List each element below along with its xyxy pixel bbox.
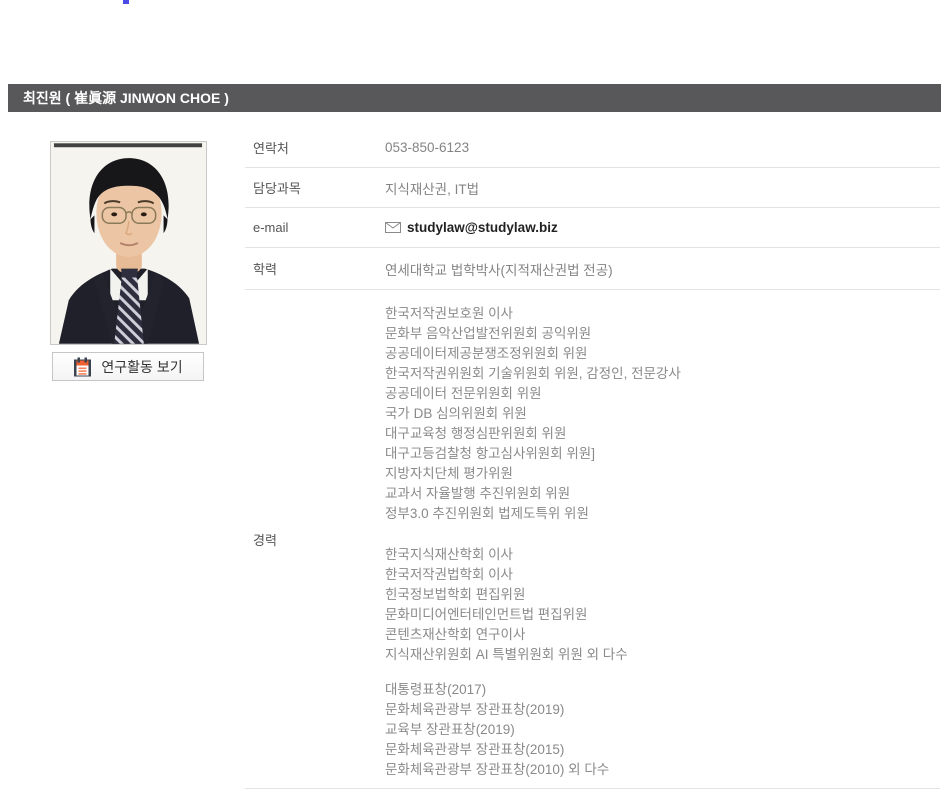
career-academic-positions-list: 한국지식재산학회 이사한국저작권법학회 이사힌국정보법학회 편집위원문화미디어엔…: [385, 545, 940, 665]
career-line: 대구교육청 행정심판위원회 위원: [385, 424, 940, 444]
research-activity-button-label: 연구활동 보기: [101, 357, 182, 377]
award-line: 문화체육관광부 장관표창(2019): [385, 700, 940, 720]
career-line: 한국저작권위원회 기술위원회 위원, 감정인, 전문강사: [385, 364, 940, 384]
email-label: e-mail: [245, 220, 385, 235]
career-line: 공공데이터제공분쟁조정위원회 위원: [385, 344, 940, 364]
career-line: 한국저작권보호원 이사: [385, 304, 940, 324]
page-title: 최진원 ( 崔眞源 JINWON CHOE ): [23, 90, 229, 106]
career-public-positions-list: 한국저작권보호원 이사문화부 음악산업발전위원회 공익위원공공데이터제공분쟁조정…: [385, 304, 940, 524]
email-address: studylaw@studylaw.biz: [407, 220, 558, 235]
career-line: 교과서 자율발행 추진위원회 위원: [385, 484, 940, 504]
page-artifact-marker: [123, 0, 129, 4]
subjects-value: 지식재산권, IT법: [385, 178, 940, 198]
career-awards-list: 대통령표창(2017)문화체육관광부 장관표창(2019)교육부 장관표창(20…: [385, 680, 940, 780]
envelope-icon: [385, 222, 401, 233]
award-line: 문화체육관광부 장관표창(2010) 외 다수: [385, 760, 940, 780]
award-line: 대통령표창(2017): [385, 680, 940, 700]
table-row-subjects: 담당과목 지식재산권, IT법: [245, 168, 940, 208]
career-line: 콘텐츠재산학회 연구이사: [385, 625, 940, 645]
table-row-education: 학력 연세대학교 법학박사(지적재산권법 전공): [245, 248, 940, 290]
subjects-label: 담당과목: [245, 178, 385, 197]
career-line: 문화미디어엔터테인먼트법 편집위원: [385, 605, 940, 625]
contact-value: 053-850-6123: [385, 140, 940, 155]
research-activity-button[interactable]: 연구활동 보기: [52, 352, 204, 381]
career-line: 국가 DB 심의위원회 위원: [385, 404, 940, 424]
career-line: 공공데이터 전문위원회 위원: [385, 384, 940, 404]
profile-photo: [50, 141, 207, 345]
career-line: 문화부 음악산업발전위원회 공익위원: [385, 324, 940, 344]
table-row-contact: 연락처 053-850-6123: [245, 128, 940, 168]
career-line: 지방자치단체 평가위원: [385, 464, 940, 484]
table-row-career: 경력 한국저작권보호원 이사문화부 음악산업발전위원회 공익위원공공데이터제공분…: [245, 290, 940, 789]
career-line: 정부3.0 추진위원회 법제도특위 위원: [385, 504, 940, 524]
education-label: 학력: [245, 259, 385, 278]
email-link[interactable]: studylaw@studylaw.biz: [385, 220, 940, 235]
table-row-email: e-mail studylaw@studylaw.biz: [245, 208, 940, 248]
profile-header: 최진원 ( 崔眞源 JINWON CHOE ): [8, 84, 941, 112]
career-line: 대구고등검찰청 항고심사위원회 위원]: [385, 444, 940, 464]
profile-info-table: 연락처 053-850-6123 담당과목 지식재산권, IT법 e-mail …: [245, 128, 940, 789]
notepad-icon: [73, 357, 92, 377]
career-value: 한국저작권보호원 이사문화부 음악산업발전위원회 공익위원공공데이터제공분쟁조정…: [385, 290, 940, 788]
career-line: 한국저작권법학회 이사: [385, 565, 940, 585]
career-line: 한국지식재산학회 이사: [385, 545, 940, 565]
contact-label: 연락처: [245, 138, 385, 157]
career-line: 힌국정보법학회 편집위원: [385, 585, 940, 605]
career-label: 경력: [245, 290, 385, 788]
career-line: 지식재산위원회 AI 특별위원회 위원 외 다수: [385, 645, 940, 665]
portrait-image: [51, 142, 206, 344]
award-line: 문화체육관광부 장관표창(2015): [385, 740, 940, 760]
education-value: 연세대학교 법학박사(지적재산권법 전공): [385, 259, 940, 279]
award-line: 교육부 장관표창(2019): [385, 720, 940, 740]
